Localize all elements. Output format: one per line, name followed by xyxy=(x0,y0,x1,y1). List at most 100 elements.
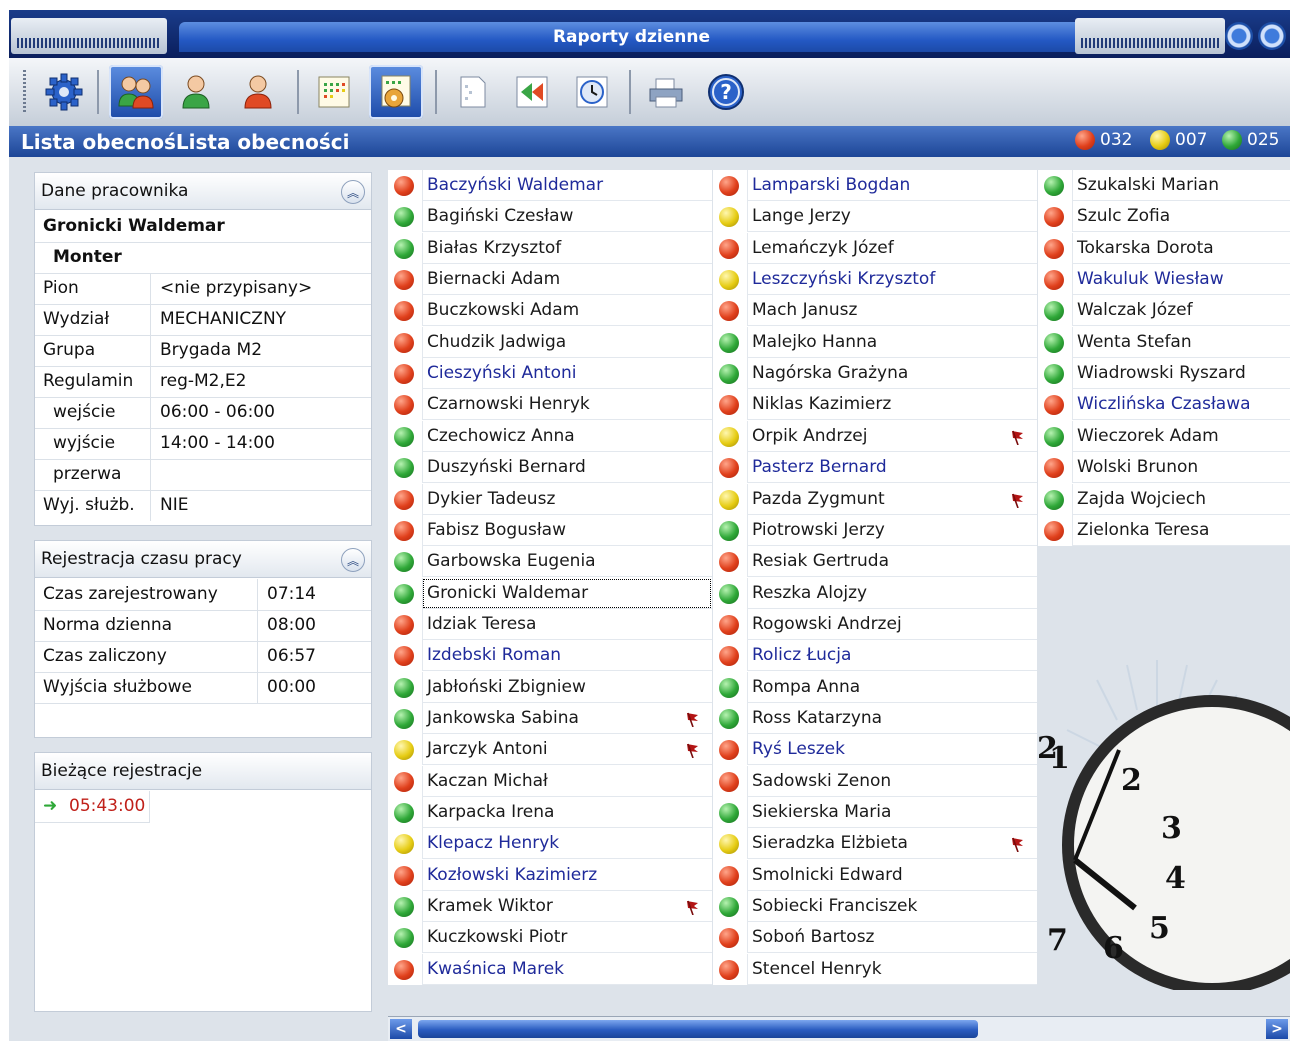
employee-row[interactable]: Białas Krzysztof xyxy=(388,233,712,264)
employee-row[interactable]: Karpacka Irena xyxy=(388,797,712,828)
employee-row[interactable]: Rolicz Łucja xyxy=(713,640,1037,671)
present-employees-button[interactable] xyxy=(169,65,223,119)
employee-row[interactable]: Cieszyński Antoni xyxy=(388,358,712,389)
employee-row[interactable]: Garbowska Eugenia xyxy=(388,546,712,577)
employee-row[interactable]: Tokarska Dorota xyxy=(1038,233,1290,264)
employee-row[interactable]: Jankowska Sabina xyxy=(388,703,712,734)
employee-row[interactable]: Resiak Gertruda xyxy=(713,546,1037,577)
employee-row[interactable]: Niklas Kazimierz xyxy=(713,389,1037,420)
daily-report-button[interactable] xyxy=(369,65,423,119)
collapse-employee-panel-button[interactable]: ︽ xyxy=(341,180,365,204)
employee-row[interactable]: Wolski Brunon xyxy=(1038,452,1290,483)
scroll-thumb[interactable] xyxy=(418,1020,978,1038)
registration-entry[interactable]: ➜ 05:43:00 xyxy=(35,791,150,823)
employee-name: Buczkowski Adam xyxy=(422,295,712,326)
employee-row[interactable]: Lange Jerzy xyxy=(713,201,1037,232)
employee-row[interactable]: Reszka Alojzy xyxy=(713,578,1037,609)
employee-row[interactable]: Nagórska Grażyna xyxy=(713,358,1037,389)
employee-row[interactable]: Jarczyk Antoni xyxy=(388,734,712,765)
employee-row[interactable]: Rompa Anna xyxy=(713,672,1037,703)
employee-row[interactable]: Sadowski Zenon xyxy=(713,766,1037,797)
employee-row[interactable]: Sobiecki Franciszek xyxy=(713,891,1037,922)
clock-button[interactable] xyxy=(565,65,619,119)
employee-row[interactable]: Izdebski Roman xyxy=(388,640,712,671)
employee-row[interactable]: Biernacki Adam xyxy=(388,264,712,295)
employee-row[interactable]: Duszyński Bernard xyxy=(388,452,712,483)
employee-row[interactable]: Szukalski Marian xyxy=(1038,170,1290,201)
flag-icon xyxy=(1012,430,1023,445)
employee-row[interactable]: Czarnowski Henryk xyxy=(388,389,712,420)
current-panel-title: Bieżące rejestracje xyxy=(41,761,203,781)
employee-row[interactable]: Smolnicki Edward xyxy=(713,860,1037,891)
employee-row[interactable]: Orpik Andrzej xyxy=(713,421,1037,452)
employee-row[interactable]: Kwaśnica Marek xyxy=(388,954,712,985)
employee-row[interactable]: Wakuluk Wiesław xyxy=(1038,264,1290,295)
employee-row[interactable]: Wieczorek Adam xyxy=(1038,421,1290,452)
employee-row[interactable]: Leszczyński Krzysztof xyxy=(713,264,1037,295)
employee-row[interactable]: Czechowicz Anna xyxy=(388,421,712,452)
scroll-right-button[interactable]: > xyxy=(1266,1019,1288,1039)
collapse-time-panel-button[interactable]: ︽ xyxy=(341,548,365,572)
employee-row[interactable]: Bagiński Czesław xyxy=(388,201,712,232)
employee-row[interactable]: Fabisz Bogusław xyxy=(388,515,712,546)
employee-row[interactable]: Rogowski Andrzej xyxy=(713,609,1037,640)
employee-name: Rogowski Andrzej xyxy=(747,609,1037,640)
document-icon xyxy=(460,76,486,108)
employee-row[interactable]: Malejko Hanna xyxy=(713,327,1037,358)
employee-row[interactable]: Wiadrowski Ryszard xyxy=(1038,358,1290,389)
field-value: NIE xyxy=(160,495,189,515)
employee-row[interactable]: Piotrowski Jerzy xyxy=(713,515,1037,546)
close-button[interactable] xyxy=(1258,22,1286,50)
horizontal-scrollbar[interactable]: < > xyxy=(388,1016,1290,1041)
minimize-button[interactable] xyxy=(1225,22,1253,50)
employee-row[interactable]: Szulc Zofia xyxy=(1038,201,1290,232)
employee-row[interactable]: Sieradzka Elżbieta xyxy=(713,828,1037,859)
employee-name: Baczyński Waldemar xyxy=(422,170,712,201)
green-status-icon xyxy=(1044,301,1064,321)
employee-row[interactable]: Lemańczyk Józef xyxy=(713,233,1037,264)
employee-row[interactable]: Ross Katarzyna xyxy=(713,703,1037,734)
employee-row[interactable]: Soboń Bartosz xyxy=(713,922,1037,953)
employee-row[interactable]: Wenta Stefan xyxy=(1038,327,1290,358)
employee-row[interactable]: Kuczkowski Piotr xyxy=(388,922,712,953)
red-status-icon xyxy=(719,458,739,478)
employee-row[interactable]: Pasterz Bernard xyxy=(713,452,1037,483)
employee-row[interactable]: Siekierska Maria xyxy=(713,797,1037,828)
employee-row[interactable]: Walczak Józef xyxy=(1038,295,1290,326)
title-bar[interactable]: Raporty dzienne xyxy=(9,10,1290,58)
field-label: Regulamin xyxy=(43,371,134,391)
employee-row[interactable]: Zielonka Teresa xyxy=(1038,515,1290,546)
schedule-button[interactable] xyxy=(307,65,361,119)
back-button[interactable] xyxy=(505,65,559,119)
employee-row[interactable]: Lamparski Bogdan xyxy=(713,170,1037,201)
print-button[interactable] xyxy=(639,65,693,119)
absent-employees-button[interactable] xyxy=(231,65,285,119)
employee-row[interactable]: Chudzik Jadwiga xyxy=(388,327,712,358)
employee-row[interactable]: Zajda Wojciech xyxy=(1038,484,1290,515)
employee-row[interactable]: Wiczlińska Czasława xyxy=(1038,389,1290,420)
employee-row[interactable]: Idziak Teresa xyxy=(388,609,712,640)
employee-row[interactable]: Kramek Wiktor xyxy=(388,891,712,922)
employee-row[interactable]: Dykier Tadeusz xyxy=(388,484,712,515)
employee-row[interactable]: Pazda Zygmunt xyxy=(713,484,1037,515)
scroll-left-button[interactable]: < xyxy=(390,1019,412,1039)
employee-row[interactable]: Klepacz Henryk xyxy=(388,828,712,859)
employee-row[interactable]: Mach Janusz xyxy=(713,295,1037,326)
employee-row[interactable]: Baczyński Waldemar xyxy=(388,170,712,201)
help-button[interactable]: ? xyxy=(699,65,753,119)
employee-row[interactable]: Ryś Leszek xyxy=(713,734,1037,765)
employee-row[interactable]: Buczkowski Adam xyxy=(388,295,712,326)
field-value: <nie przypisany> xyxy=(160,278,313,298)
settings-button[interactable] xyxy=(37,65,91,119)
time-label: Czas zaliczony xyxy=(43,646,167,666)
employee-row[interactable]: Kozłowski Kazimierz xyxy=(388,860,712,891)
document-button[interactable] xyxy=(445,65,499,119)
employee-row[interactable]: Jabłoński Zbigniew xyxy=(388,672,712,703)
employee-row[interactable]: Kaczan Michał xyxy=(388,766,712,797)
employee-row[interactable]: Stencel Henryk xyxy=(713,954,1037,985)
all-employees-button[interactable] xyxy=(109,65,163,119)
time-row: Czas zarejestrowany 07:14 xyxy=(35,579,371,611)
employee-name: Białas Krzysztof xyxy=(422,233,712,264)
employee-name: Orpik Andrzej xyxy=(747,421,1037,452)
employee-row[interactable]: Gronicki Waldemar xyxy=(388,578,712,609)
